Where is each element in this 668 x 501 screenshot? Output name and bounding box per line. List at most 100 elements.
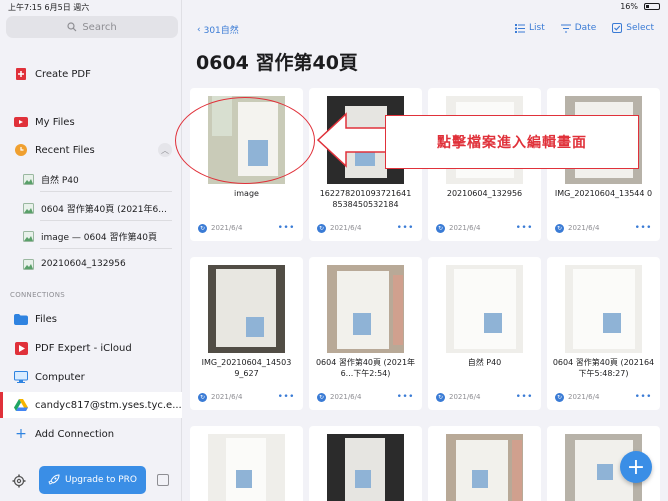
search-icon <box>67 22 77 32</box>
connection-label: candyc817@stm.yses.tyc.e... <box>35 399 182 411</box>
status-right: 16% <box>620 2 660 11</box>
pdf-expert-icon <box>14 341 28 355</box>
file-date: 2021/6/4 <box>211 224 243 232</box>
search-field[interactable]: Search <box>6 16 178 38</box>
recent-files-label: Recent Files <box>35 144 95 156</box>
file-card[interactable]: IMG_20210604_14503 9_627 ↻ 2021/6/4 ••• <box>190 257 303 410</box>
file-card[interactable] <box>309 426 422 501</box>
sidebar: 上午7:15 6月5日 週六 Search Create PDF My File… <box>0 0 182 501</box>
add-fab-button[interactable]: + <box>620 451 652 483</box>
file-name: 162278201093721641 8538450532184 <box>319 189 412 209</box>
toolbar: List Date Select <box>514 23 654 33</box>
connections-heading: CONNECTIONS <box>10 291 66 299</box>
google-drive-icon <box>14 398 28 412</box>
recent-item-label: 自然 P40 <box>41 175 79 186</box>
sync-icon: ↻ <box>198 223 207 233</box>
connection-label: Computer <box>35 371 85 383</box>
date-label: Date <box>574 23 597 33</box>
recent-files-item[interactable]: Recent Files ︿ <box>0 137 182 163</box>
sidebar-toggle-icon[interactable] <box>157 474 169 486</box>
more-icon[interactable]: ••• <box>635 223 652 233</box>
plus-icon: + <box>15 426 27 442</box>
file-footer: ↻ 2021/6/4 ••• <box>317 392 414 402</box>
file-date: 2021/6/4 <box>568 393 600 401</box>
file-name: 0604 習作第40頁 (2021年6...下午2:54) <box>315 358 416 378</box>
file-date: 2021/6/4 <box>568 224 600 232</box>
add-connection-label: Add Connection <box>35 428 115 440</box>
file-card[interactable]: 0604 習作第40頁 (2021年6...下午2:54) ↻ 2021/6/4… <box>309 257 422 410</box>
file-date: 2021/6/4 <box>330 224 362 232</box>
plus-icon: + <box>626 454 646 480</box>
status-time: 上午7:15 6月5日 週六 <box>8 3 90 12</box>
more-icon[interactable]: ••• <box>516 392 533 402</box>
status-battery-text: 16% <box>620 2 638 11</box>
sync-icon: ↻ <box>436 223 445 233</box>
file-footer: ↻ 2021/6/4 ••• <box>555 223 652 233</box>
file-name: 20210604_132956 <box>446 189 523 198</box>
create-pdf-item[interactable]: Create PDF <box>0 61 182 87</box>
file-card[interactable] <box>190 426 303 501</box>
file-date: 2021/6/4 <box>449 224 481 232</box>
file-name: 0604 習作第40頁 (202164 下午5:48:27) <box>552 358 655 378</box>
file-footer: ↻ 2021/6/4 ••• <box>436 392 533 402</box>
sync-icon: ↻ <box>436 392 445 402</box>
select-button[interactable]: Select <box>612 23 654 33</box>
file-card[interactable] <box>428 426 541 501</box>
recent-item[interactable]: image — 0604 習作第40頁 <box>0 223 182 249</box>
file-thumbnail <box>208 265 285 353</box>
more-icon[interactable]: ••• <box>278 223 295 233</box>
image-file-icon <box>22 173 34 185</box>
connection-label: PDF Expert - iCloud <box>35 342 132 354</box>
file-card[interactable]: 自然 P40 ↻ 2021/6/4 ••• <box>428 257 541 410</box>
recent-item[interactable]: 20210604_132956 <box>0 251 182 277</box>
folder-icon <box>14 312 28 326</box>
more-icon[interactable]: ••• <box>278 392 295 402</box>
computer-icon <box>14 370 28 384</box>
connection-files[interactable]: Files <box>0 306 182 332</box>
battery-icon <box>644 3 660 10</box>
recent-item[interactable]: 自然 P40 <box>0 166 182 192</box>
file-thumbnail <box>327 265 404 353</box>
file-thumbnail <box>327 434 404 501</box>
file-footer: ↻ 2021/6/4 ••• <box>436 223 533 233</box>
annotation-ellipse <box>175 97 315 184</box>
file-card[interactable]: 0604 習作第40頁 (202164 下午5:48:27) ↻ 2021/6/… <box>547 257 660 410</box>
image-file-icon <box>22 202 34 214</box>
list-label: List <box>528 23 545 33</box>
file-footer: ↻ 2021/6/4 ••• <box>555 392 652 402</box>
upgrade-to-pro-button[interactable]: Upgrade to PRO <box>39 466 146 494</box>
recent-item-label: 20210604_132956 <box>41 259 126 269</box>
my-files-icon <box>14 115 28 129</box>
file-date: 2021/6/4 <box>449 393 481 401</box>
more-icon[interactable]: ••• <box>516 223 533 233</box>
connection-pdf-expert-icloud[interactable]: PDF Expert - iCloud <box>0 335 182 361</box>
clock-icon <box>14 143 28 157</box>
file-name: IMG_20210604_13544 0 <box>554 189 653 198</box>
connection-computer[interactable]: Computer <box>0 364 182 390</box>
create-pdf-icon <box>14 67 28 81</box>
connection-google-drive[interactable]: candyc817@stm.yses.tyc.e... <box>0 392 182 418</box>
gear-icon[interactable] <box>12 474 26 488</box>
file-name: image <box>234 189 259 198</box>
more-icon[interactable]: ••• <box>635 392 652 402</box>
date-sort-button[interactable]: Date <box>560 23 597 33</box>
sync-icon: ↻ <box>198 392 207 402</box>
more-icon[interactable]: ••• <box>397 223 414 233</box>
checkbox-icon <box>612 23 623 33</box>
image-file-icon <box>22 258 34 270</box>
my-files-item[interactable]: My Files <box>0 109 182 135</box>
back-button[interactable]: ‹ 301自然 <box>197 23 239 37</box>
file-date: 2021/6/4 <box>211 393 243 401</box>
add-connection-button[interactable]: + Add Connection <box>0 421 182 447</box>
file-footer: ↻ 2021/6/4 ••• <box>198 223 295 233</box>
sync-icon: ↻ <box>555 392 564 402</box>
chevron-up-icon[interactable]: ︿ <box>158 143 172 157</box>
create-pdf-label: Create PDF <box>35 68 91 80</box>
page-title: 0604 習作第40頁 <box>196 52 358 74</box>
recent-item[interactable]: 0604 習作第40頁 (2021年6... <box>0 195 182 221</box>
list-icon <box>514 23 525 33</box>
list-button[interactable]: List <box>514 23 545 33</box>
more-icon[interactable]: ••• <box>397 392 414 402</box>
recent-item-label: image — 0604 習作第40頁 <box>41 232 157 243</box>
file-name: IMG_20210604_14503 9_627 <box>201 358 292 378</box>
